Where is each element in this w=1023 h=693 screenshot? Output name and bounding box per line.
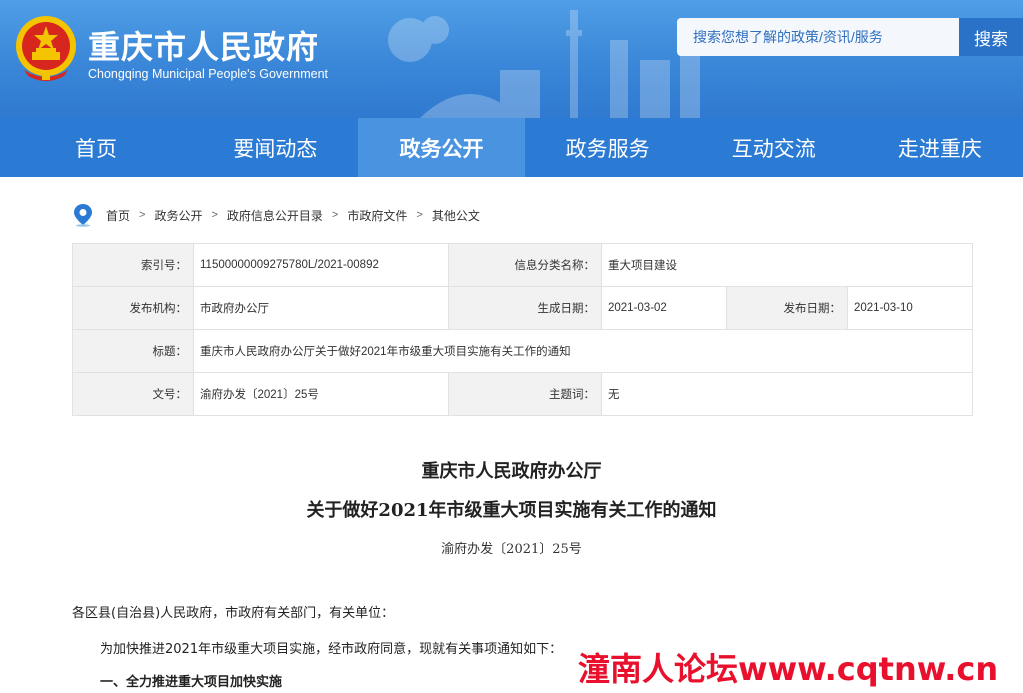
title-value: 重庆市人民政府办公厅关于做好2021年市级重大项目实施有关工作的通知 — [192, 329, 974, 373]
published-date-label: 发布日期： — [726, 286, 848, 330]
nav-news[interactable]: 要闻动态 — [192, 118, 358, 177]
document-recipients: 各区县(自治县)人民政府，市政府有关部门，有关单位： — [72, 606, 395, 621]
site-title[interactable]: 重庆市人民政府 — [88, 22, 319, 68]
breadcrumb-separator: > — [331, 209, 339, 221]
breadcrumb-government-affairs[interactable]: 政务公开 — [154, 207, 202, 224]
breadcrumb: 首页 > 政务公开 > 政府信息公开目录 > 市政府文件 > 其他公文 — [72, 203, 480, 227]
index-label: 索引号： — [72, 243, 194, 287]
created-date-label: 生成日期： — [448, 286, 602, 330]
category-label: 信息分类名称： — [448, 243, 602, 287]
index-value: 11500000009275780L/2021-00892 — [193, 243, 449, 287]
nav-services[interactable]: 政务服务 — [525, 118, 691, 177]
site-header: 重庆市人民政府 Chongqing Municipal People's Gov… — [0, 0, 1023, 118]
published-date-value: 2021-03-10 — [846, 286, 974, 330]
publisher-value: 市政府办公厅 — [193, 286, 449, 330]
table-row: 索引号： 11500000009275780L/2021-00892 信息分类名… — [72, 243, 974, 287]
table-row: 文号： 渝府办发〔2021〕25号 主题词： 无 — [72, 372, 974, 416]
nav-about-chongqing[interactable]: 走进重庆 — [857, 118, 1023, 177]
document-number: 渝府办发〔2021〕25号 — [441, 542, 582, 557]
document-title-line2: 关于做好2021年市级重大项目实施有关工作的通知 — [306, 500, 717, 521]
topic-label: 主题词： — [448, 372, 602, 416]
breadcrumb-info-catalog[interactable]: 政府信息公开目录 — [227, 207, 323, 224]
forum-watermark: 潼南人论坛www.cqtnw.cn — [578, 650, 999, 688]
breadcrumb-separator: > — [211, 209, 218, 221]
table-row: 标题： 重庆市人民政府办公厅关于做好2021年市级重大项目实施有关工作的通知 — [72, 329, 974, 373]
breadcrumb-separator: > — [416, 209, 423, 221]
nav-home[interactable]: 首页 — [0, 118, 192, 177]
title-label: 标题： — [72, 329, 194, 373]
location-pin-icon — [74, 204, 92, 227]
site-subtitle: Chongqing Municipal People's Government — [88, 67, 329, 81]
main-nav: 首页 要闻动态 政务公开 政务服务 互动交流 走进重庆 — [0, 118, 1023, 177]
breadcrumb-other-documents[interactable]: 其他公文 — [432, 207, 480, 224]
section-heading: 一、全力推进重大项目加快实施 — [100, 675, 283, 690]
search-input[interactable]: 搜索您想了解的政策/资讯/服务 — [677, 18, 959, 56]
nav-interaction[interactable]: 互动交流 — [691, 118, 857, 177]
breadcrumb-separator: > — [139, 209, 146, 221]
doc-number-value: 渝府办发〔2021〕25号 — [193, 372, 449, 416]
doc-number-label: 文号： — [72, 372, 194, 416]
breadcrumb-city-documents[interactable]: 市政府文件 — [347, 207, 407, 224]
document-info-table: 索引号： 11500000009275780L/2021-00892 信息分类名… — [72, 243, 974, 416]
document-intro: 为加快推进2021年市级重大项目实施，经市政府同意，现就有关事项通知如下： — [100, 642, 563, 657]
nav-government-affairs[interactable]: 政务公开 — [358, 118, 525, 177]
topic-value: 无 — [600, 372, 974, 416]
table-row: 发布机构： 市政府办公厅 生成日期： 2021-03-02 发布日期： 2021… — [72, 286, 974, 330]
created-date-value: 2021-03-02 — [601, 286, 727, 330]
document-title-line1: 重庆市人民政府办公厅 — [421, 461, 602, 482]
category-value: 重大项目建设 — [600, 243, 974, 287]
national-emblem-icon — [16, 16, 76, 81]
search-button[interactable]: 搜索 — [959, 18, 1023, 56]
publisher-label: 发布机构： — [72, 286, 194, 330]
breadcrumb-home[interactable]: 首页 — [106, 207, 130, 224]
